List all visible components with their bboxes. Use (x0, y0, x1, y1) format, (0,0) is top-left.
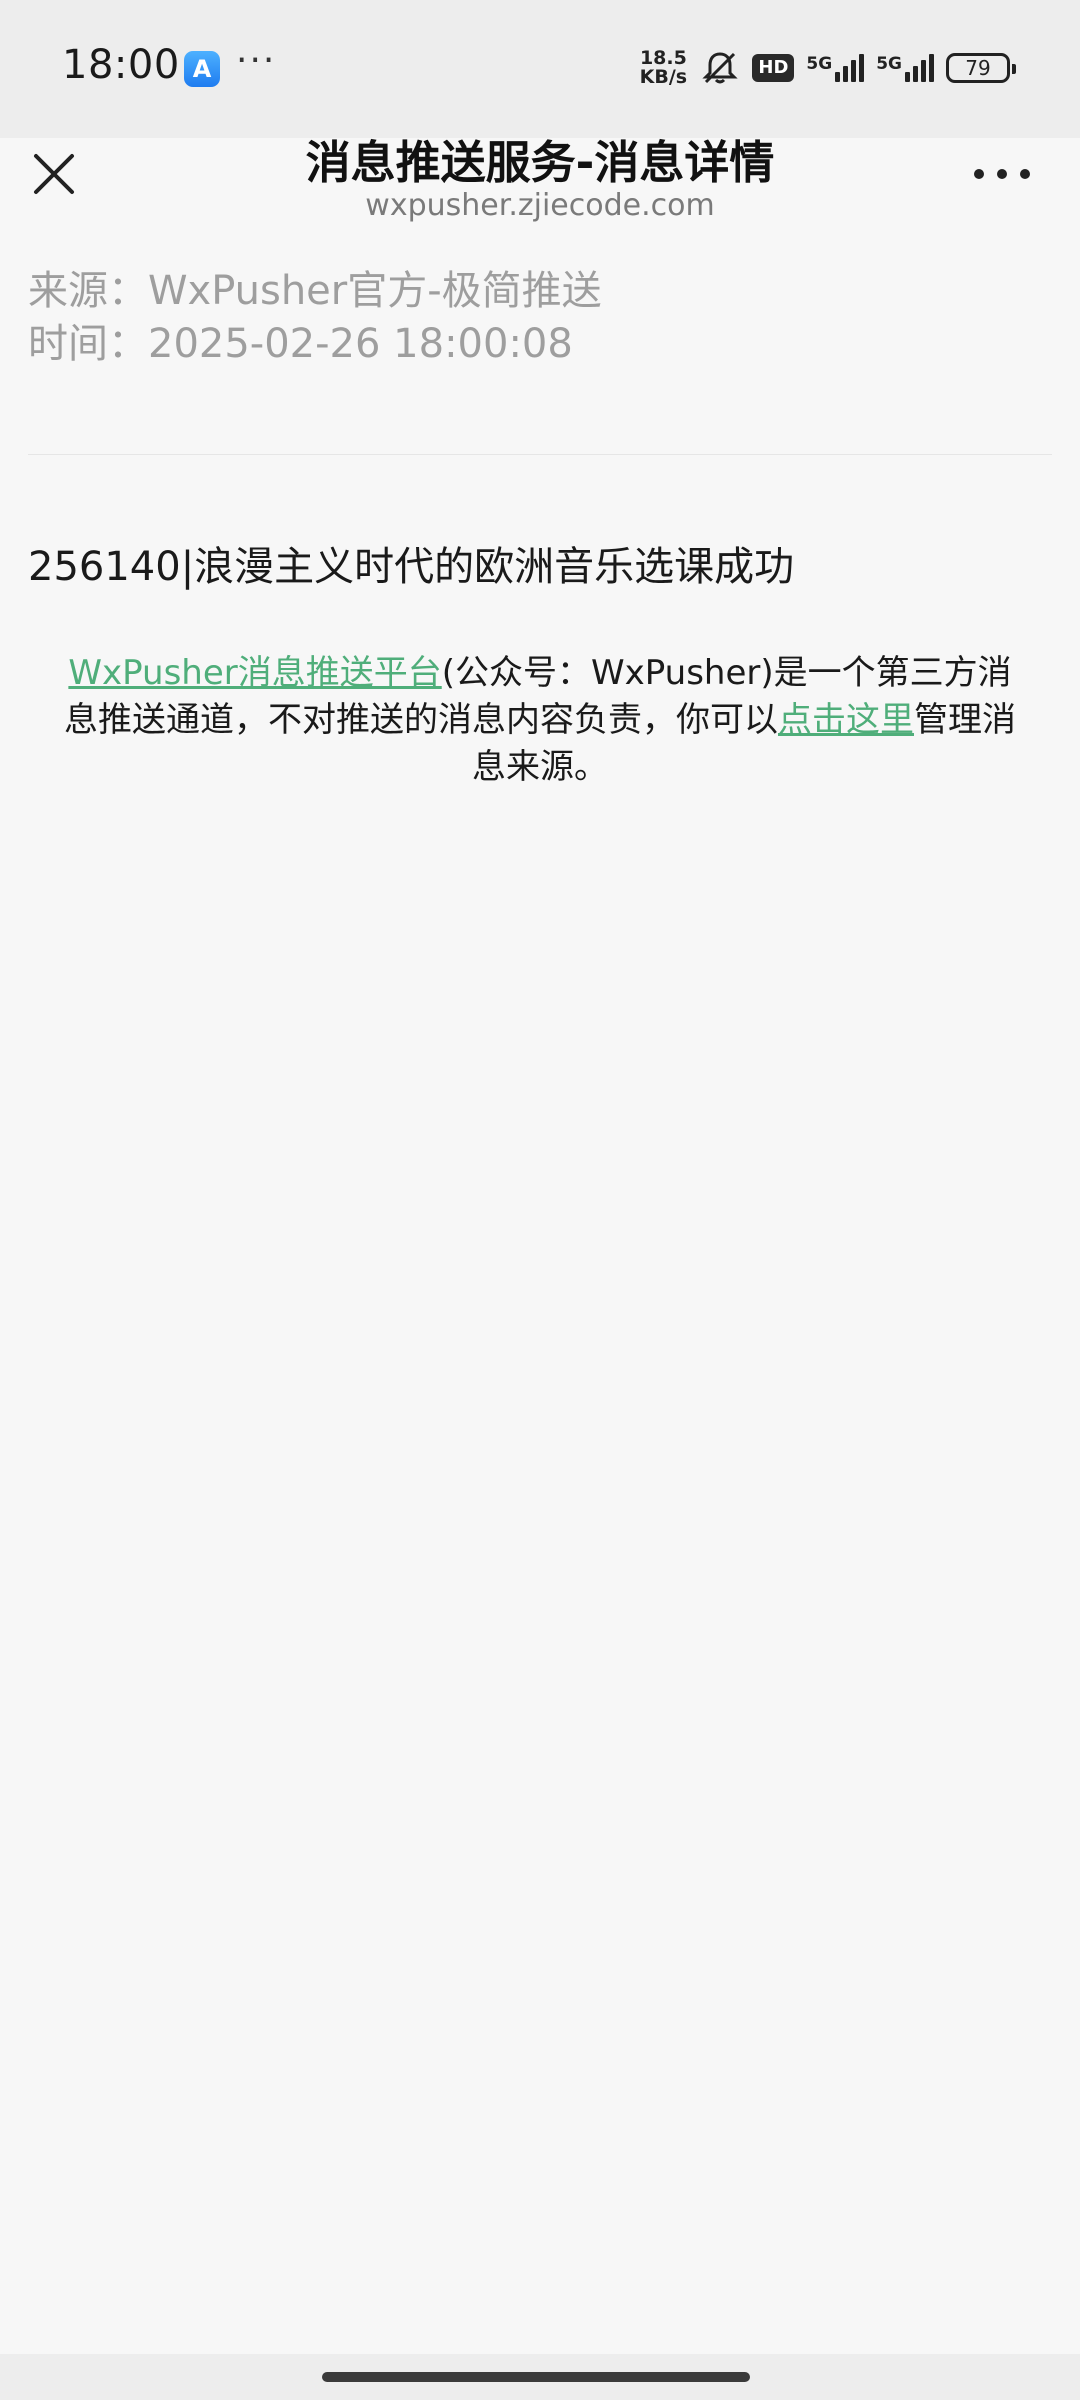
close-icon (34, 154, 74, 194)
message-meta: 来源：WxPusher官方-极简推送 时间：2025-02-26 18:00:0… (28, 265, 602, 371)
message-time: 时间：2025-02-26 18:00:08 (28, 321, 573, 367)
status-bar: 18:00 A ··· 18.5 KB/s HD 5G 5G 79 (0, 0, 1080, 138)
signal-icon-2: 5G (876, 54, 934, 82)
app-store-icon: A (184, 51, 220, 87)
message-source: 来源：WxPusher官方-极简推送 (28, 268, 602, 314)
hd-badge: HD (752, 54, 795, 82)
network-speed-unit: KB/s (639, 66, 688, 88)
status-time: 18:00 (62, 42, 180, 88)
home-indicator[interactable] (322, 2372, 750, 2382)
more-button[interactable] (974, 162, 1030, 186)
platform-link[interactable]: WxPusher消息推送平台 (68, 653, 441, 693)
status-more-notifications: ··· (236, 40, 277, 81)
battery-icon: 79 (946, 53, 1016, 83)
network-speed: 18.5 KB/s (638, 49, 688, 87)
bell-muted-icon (702, 52, 739, 84)
signal-label-1: 5G (806, 54, 833, 74)
divider (28, 454, 1052, 455)
disclaimer: WxPusher消息推送平台(公众号：WxPusher)是一个第三方消息推送通道… (60, 650, 1020, 791)
page-domain: wxpusher.zjiecode.com (365, 188, 715, 223)
signal-icon: 5G (806, 54, 865, 82)
page-title: 消息推送服务-消息详情 (305, 136, 775, 189)
message-title: 256140|浪漫主义时代的欧洲音乐选课成功 (28, 544, 795, 590)
battery-level: 79 (965, 56, 991, 80)
status-indicators: 18.5 KB/s HD 5G 5G 79 (638, 46, 1016, 90)
signal-label-2: 5G (876, 54, 902, 74)
manage-source-link[interactable]: 点击这里 (778, 700, 914, 740)
close-button[interactable] (28, 148, 80, 200)
more-icon (974, 169, 984, 179)
